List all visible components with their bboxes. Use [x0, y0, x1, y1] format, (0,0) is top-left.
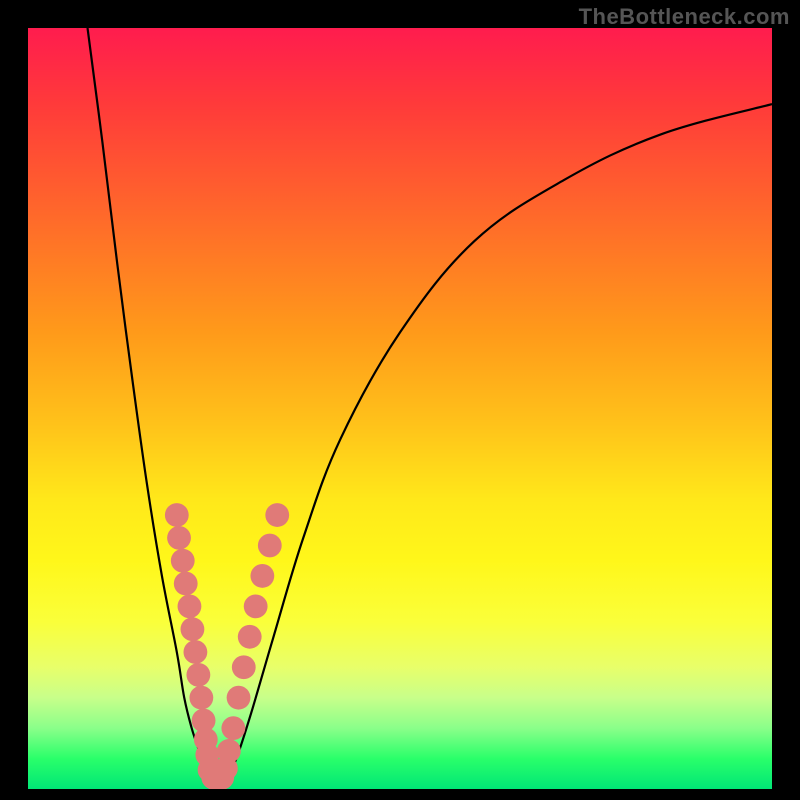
- bead-point: [183, 640, 207, 664]
- bead-point: [214, 757, 238, 781]
- series-right-curve: [225, 104, 772, 781]
- curve-layer: [28, 28, 772, 789]
- bead-point: [174, 572, 198, 596]
- bead-point: [189, 686, 213, 710]
- bead-point: [221, 716, 245, 740]
- bead-point: [178, 594, 202, 618]
- bead-point: [232, 655, 256, 679]
- bead-point: [186, 663, 210, 687]
- bead-point: [265, 503, 289, 527]
- watermark-text: TheBottleneck.com: [579, 4, 790, 30]
- bead-point: [165, 503, 189, 527]
- bead-point: [227, 686, 251, 710]
- bead-point: [250, 564, 274, 588]
- bead-point: [181, 617, 205, 641]
- bead-point: [238, 625, 262, 649]
- chart-frame: TheBottleneck.com: [0, 0, 800, 800]
- bead-point: [258, 534, 282, 558]
- bead-point: [244, 594, 268, 618]
- bead-point: [171, 549, 195, 573]
- plot-area: [28, 28, 772, 789]
- bead-point: [167, 526, 191, 550]
